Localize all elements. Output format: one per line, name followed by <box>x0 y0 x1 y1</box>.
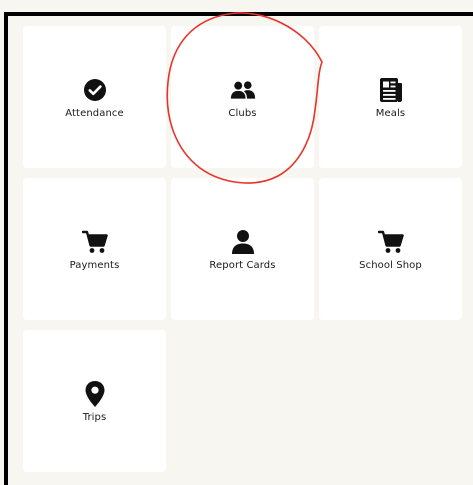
tile-label: Meals <box>375 108 406 119</box>
newspaper-icon <box>378 77 404 103</box>
shopping-cart-icon <box>81 229 108 255</box>
map-marker-icon <box>82 381 108 407</box>
tile-report-cards[interactable]: Report Cards <box>171 178 314 320</box>
tile-label: Attendance <box>65 108 124 119</box>
tile-label: Clubs <box>228 108 257 119</box>
tile-trips[interactable]: Trips <box>23 330 166 472</box>
tile-school-shop[interactable]: School Shop <box>319 178 462 320</box>
shopping-cart-icon <box>377 229 404 255</box>
tile-label: Payments <box>69 260 120 271</box>
tile-attendance[interactable]: Attendance <box>23 26 166 168</box>
tile-label: School Shop <box>359 260 422 271</box>
person-icon <box>230 229 256 255</box>
tile-meals[interactable]: Meals <box>319 26 462 168</box>
tile-label: Report Cards <box>209 260 276 271</box>
people-icon <box>230 77 256 103</box>
tile-label: Trips <box>82 412 107 423</box>
tile-clubs[interactable]: Clubs <box>171 26 314 168</box>
tile-payments[interactable]: Payments <box>23 178 166 320</box>
check-circle-icon <box>82 77 108 103</box>
